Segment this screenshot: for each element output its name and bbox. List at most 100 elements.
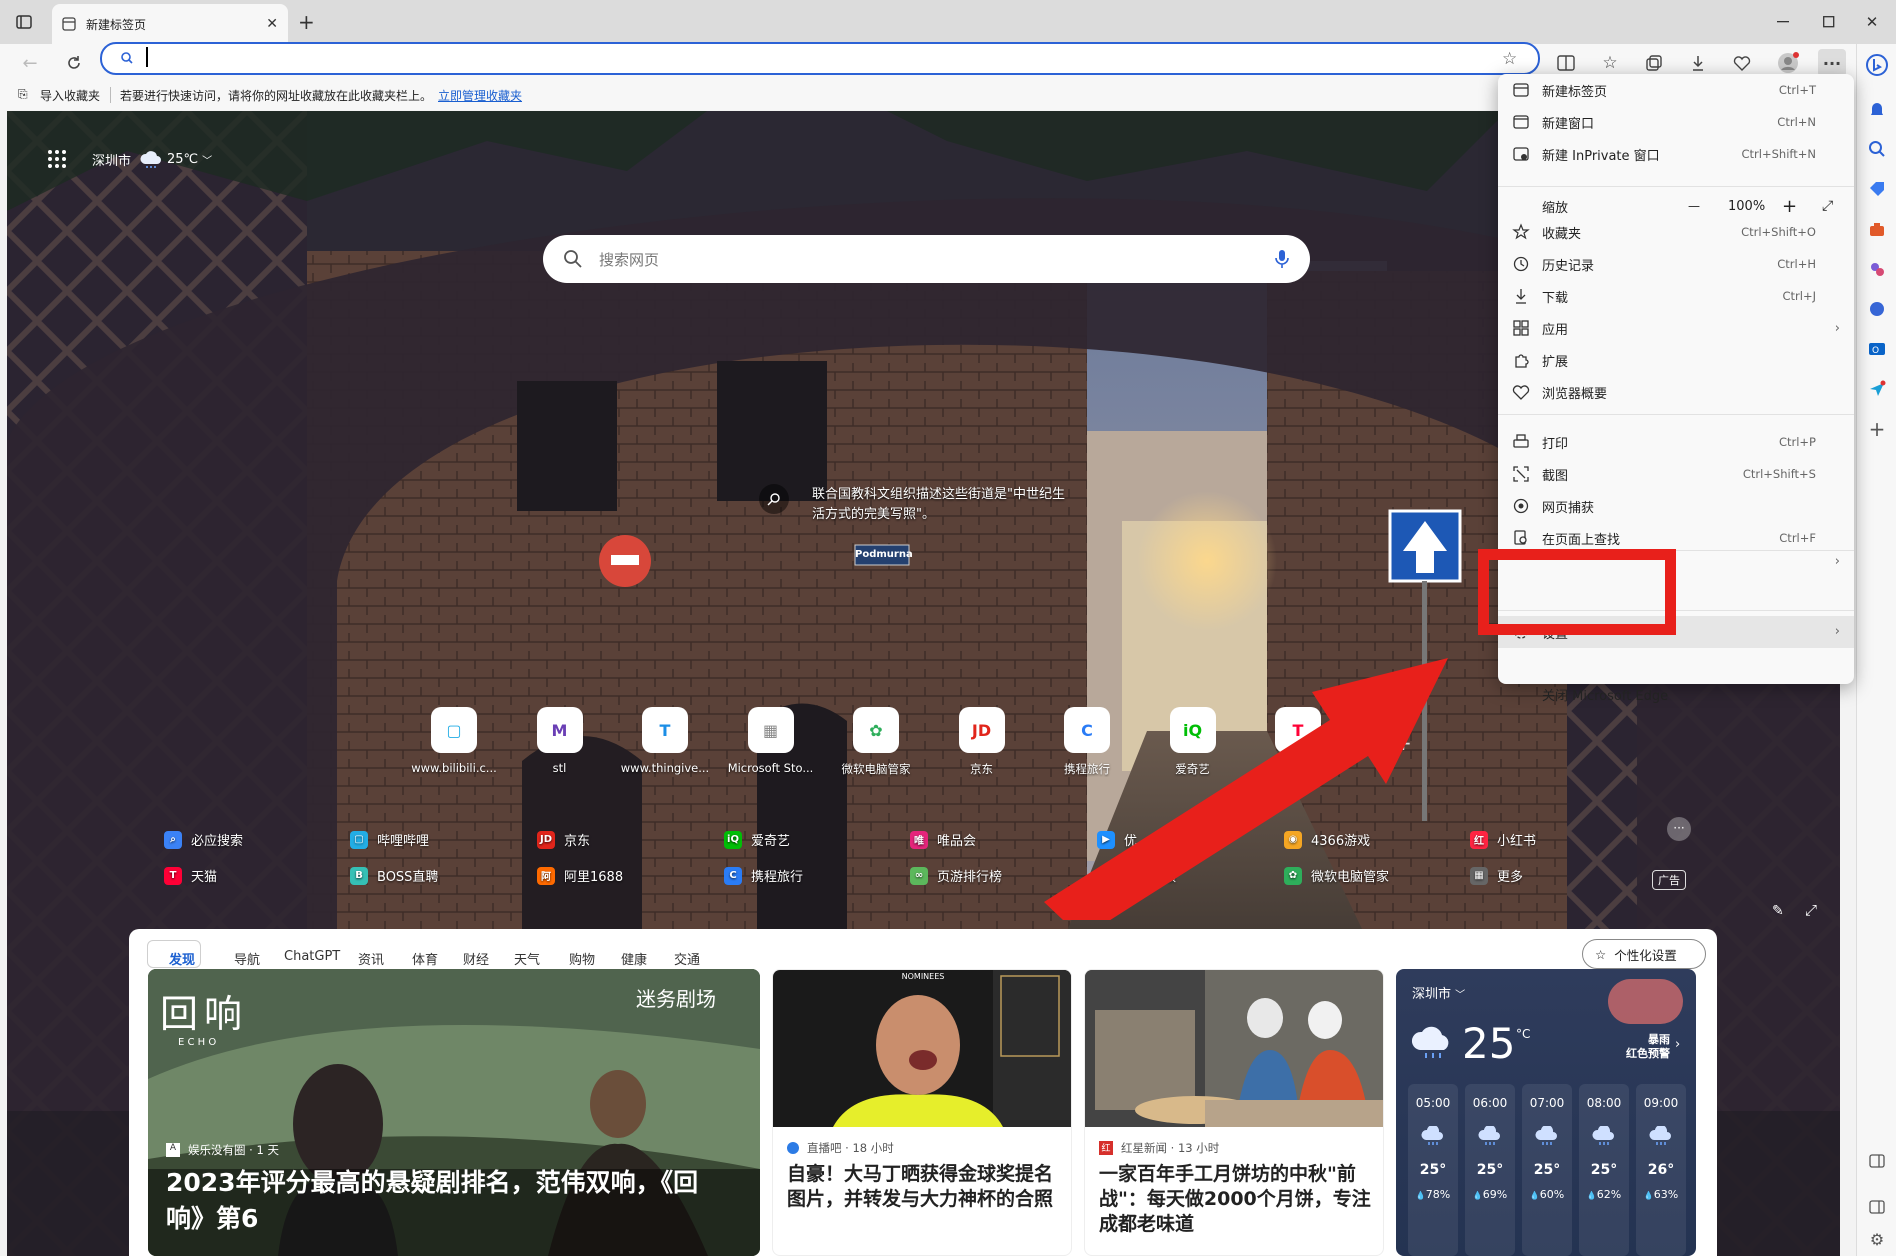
- downloads-icon[interactable]: [1684, 49, 1712, 77]
- quick-link[interactable]: 唯唯品会: [910, 830, 976, 849]
- drop-icon[interactable]: [1866, 378, 1888, 400]
- chevron-right-icon[interactable]: ›: [1835, 624, 1840, 639]
- quick-links-more-button[interactable]: ···: [1667, 817, 1691, 841]
- quick-link[interactable]: B BOSS直聘: [350, 866, 438, 885]
- quick-link[interactable]: ▦ 更多: [1470, 866, 1523, 885]
- weather-widget[interactable]: 深圳市 25℃ ﹀: [92, 150, 212, 169]
- hour-rain-value: 69%: [1482, 1188, 1508, 1201]
- bing-copilot-icon[interactable]: [1866, 54, 1888, 76]
- refresh-icon[interactable]: [60, 49, 88, 77]
- ad-badge[interactable]: 广告: [1652, 870, 1686, 890]
- minimize-icon[interactable]: [1763, 8, 1803, 36]
- feed-tab[interactable]: 导航: [234, 949, 260, 968]
- import-favorites-link[interactable]: 导入收藏夹: [40, 87, 100, 104]
- quick-link-label: 哔哩哔哩: [377, 834, 430, 849]
- feed-tab[interactable]: 财经: [463, 949, 489, 968]
- hide-sidebar-icon[interactable]: [1866, 1150, 1888, 1172]
- quick-link[interactable]: 阿阿里1688: [537, 866, 623, 885]
- top-site-tile[interactable]: Twww.thingive...: [615, 707, 715, 775]
- tab-actions-icon[interactable]: [14, 12, 34, 32]
- weather-alert[interactable]: 暴雨 红色预警: [1614, 1033, 1670, 1061]
- menu-item[interactable]: 下载 Ctrl+J: [1498, 280, 1854, 312]
- menu-item[interactable]: 应用 ›: [1498, 312, 1854, 344]
- quick-link[interactable]: C 携程旅行: [724, 866, 803, 885]
- zoom-out-button[interactable]: —: [1688, 199, 1700, 213]
- split-screen-icon[interactable]: [1552, 49, 1580, 77]
- add-sidebar-app-icon[interactable]: +: [1866, 417, 1888, 441]
- weather-city[interactable]: 深圳市 ﹀: [1412, 983, 1465, 1002]
- maximize-icon[interactable]: [1809, 8, 1849, 36]
- menu-item[interactable]: 打印 Ctrl+P: [1498, 426, 1854, 458]
- top-site-tile[interactable]: ▢ www.bilibili.c...: [404, 707, 504, 775]
- feed-tab[interactable]: 天气: [514, 949, 540, 968]
- tab-new-tab[interactable]: 新建标签页 ✕: [52, 4, 288, 44]
- top-site-tile[interactable]: Mstl: [510, 707, 610, 775]
- menu-item[interactable]: 历史记录 Ctrl+H: [1498, 248, 1854, 280]
- outlook-icon[interactable]: O: [1866, 338, 1888, 360]
- top-site-tile[interactable]: ✿ 微软电脑管家: [826, 707, 926, 777]
- quick-link[interactable]: T 天猫: [164, 866, 217, 885]
- quick-link[interactable]: iQ 爱奇艺: [724, 830, 790, 849]
- menu-item[interactable]: 网页捕获: [1498, 490, 1854, 522]
- microphone-icon[interactable]: [1274, 249, 1290, 269]
- menu-item[interactable]: 新建 InPrivate 窗口 Ctrl+Shift+N: [1498, 138, 1854, 170]
- chevron-right-icon[interactable]: ›: [1675, 1037, 1680, 1052]
- source-label: 直播吧 · 18 小时: [807, 1141, 894, 1155]
- quick-link[interactable]: ⌕ 必应搜索: [164, 830, 243, 849]
- profile-avatar[interactable]: [1774, 49, 1802, 77]
- browser-essentials-icon[interactable]: [1728, 49, 1756, 77]
- games-icon[interactable]: [1866, 258, 1888, 280]
- feed-tab[interactable]: 交通: [674, 949, 700, 968]
- top-site-tile[interactable]: ▦ Microsoft Sto...: [721, 707, 821, 775]
- collections-icon[interactable]: [1640, 49, 1668, 77]
- quick-link[interactable]: JD 京东: [537, 830, 590, 849]
- menu-item[interactable]: 浏览器概要: [1498, 376, 1854, 408]
- favorites-icon[interactable]: ☆: [1596, 49, 1624, 77]
- image-info-icon[interactable]: [759, 484, 789, 514]
- web-search-box[interactable]: 搜索网页: [543, 235, 1310, 283]
- quick-link[interactable]: 红小红书: [1470, 830, 1536, 849]
- new-tab-button[interactable]: +: [298, 10, 315, 34]
- news-card-3[interactable]: 红红星新闻 · 13 小时 一家百年手工月饼坊的中秋"前战"：每天做2000个月…: [1084, 969, 1384, 1256]
- address-bar[interactable]: ☆: [100, 42, 1540, 75]
- quick-link[interactable]: ∞ 页游排行榜: [910, 866, 1002, 885]
- edit-background-icon[interactable]: ✎: [1772, 903, 1784, 919]
- chevron-right-icon[interactable]: ›: [1835, 554, 1840, 569]
- news-card-2[interactable]: NOMINEES 直播吧 · 18 小时 自豪！大马丁晒获得金球奖提名图片，并转…: [772, 969, 1072, 1256]
- sidebar-layout-icon[interactable]: [1866, 1196, 1888, 1218]
- fullscreen-icon[interactable]: ⤢: [1805, 901, 1817, 919]
- image-caption[interactable]: 联合国教科文组织描述这些街道是"中世纪生活方式的完美写照"。: [812, 485, 1070, 525]
- menu-item[interactable]: 新建标签页 Ctrl+T: [1498, 74, 1854, 106]
- weather-card[interactable]: 深圳市 ﹀ 25 °C 暴雨 红色预警 › 05:00 25° 💧78% 06:00 25…: [1396, 969, 1696, 1256]
- search-input[interactable]: 搜索网页: [599, 249, 1274, 270]
- microsoft365-icon[interactable]: [1866, 298, 1888, 320]
- feed-tab[interactable]: 健康: [621, 949, 647, 968]
- feed-tab[interactable]: 购物: [569, 949, 595, 968]
- feed-tab[interactable]: ChatGPT: [284, 949, 340, 964]
- quick-link[interactable]: ▢ 哔哩哔哩: [350, 830, 429, 849]
- favorite-star-icon[interactable]: ☆: [1502, 49, 1517, 69]
- manage-favorites-link[interactable]: 立即管理收藏夹: [438, 87, 522, 104]
- tools-icon[interactable]: [1866, 218, 1888, 240]
- feed-tab[interactable]: 资讯: [358, 949, 384, 968]
- close-tab-icon[interactable]: ✕: [266, 16, 278, 32]
- notifications-icon[interactable]: [1866, 98, 1888, 120]
- shopping-icon[interactable]: [1866, 178, 1888, 200]
- apps-grid-icon[interactable]: [47, 149, 67, 169]
- menu-item[interactable]: 扩展: [1498, 344, 1854, 376]
- menu-item[interactable]: 新建窗口 Ctrl+N: [1498, 106, 1854, 138]
- feed-tab[interactable]: 体育: [412, 949, 438, 968]
- menu-item[interactable]: 关闭 Microsoft Edge: [1498, 678, 1854, 710]
- back-icon[interactable]: ←: [16, 49, 44, 77]
- settings-and-more-button[interactable]: ···: [1818, 49, 1846, 77]
- fullscreen-icon[interactable]: ⤢: [1822, 198, 1833, 214]
- zoom-in-button[interactable]: +: [1782, 196, 1797, 217]
- news-card-1[interactable]: 回响 E C H O 迷务剧场 A 娱乐没有圈 · 1 天 2023年评分最高的悬…: [148, 969, 760, 1256]
- search-icon[interactable]: [1866, 138, 1888, 160]
- close-window-icon[interactable]: ✕: [1852, 8, 1892, 36]
- personalize-button[interactable]: ☆ 个性化设置: [1582, 939, 1706, 969]
- feed-tab[interactable]: 发现: [169, 949, 195, 968]
- sidebar-settings-icon[interactable]: ⚙: [1866, 1228, 1888, 1250]
- menu-item[interactable]: 截图 Ctrl+Shift+S: [1498, 458, 1854, 490]
- top-site-tile[interactable]: JD 京东: [932, 707, 1032, 777]
